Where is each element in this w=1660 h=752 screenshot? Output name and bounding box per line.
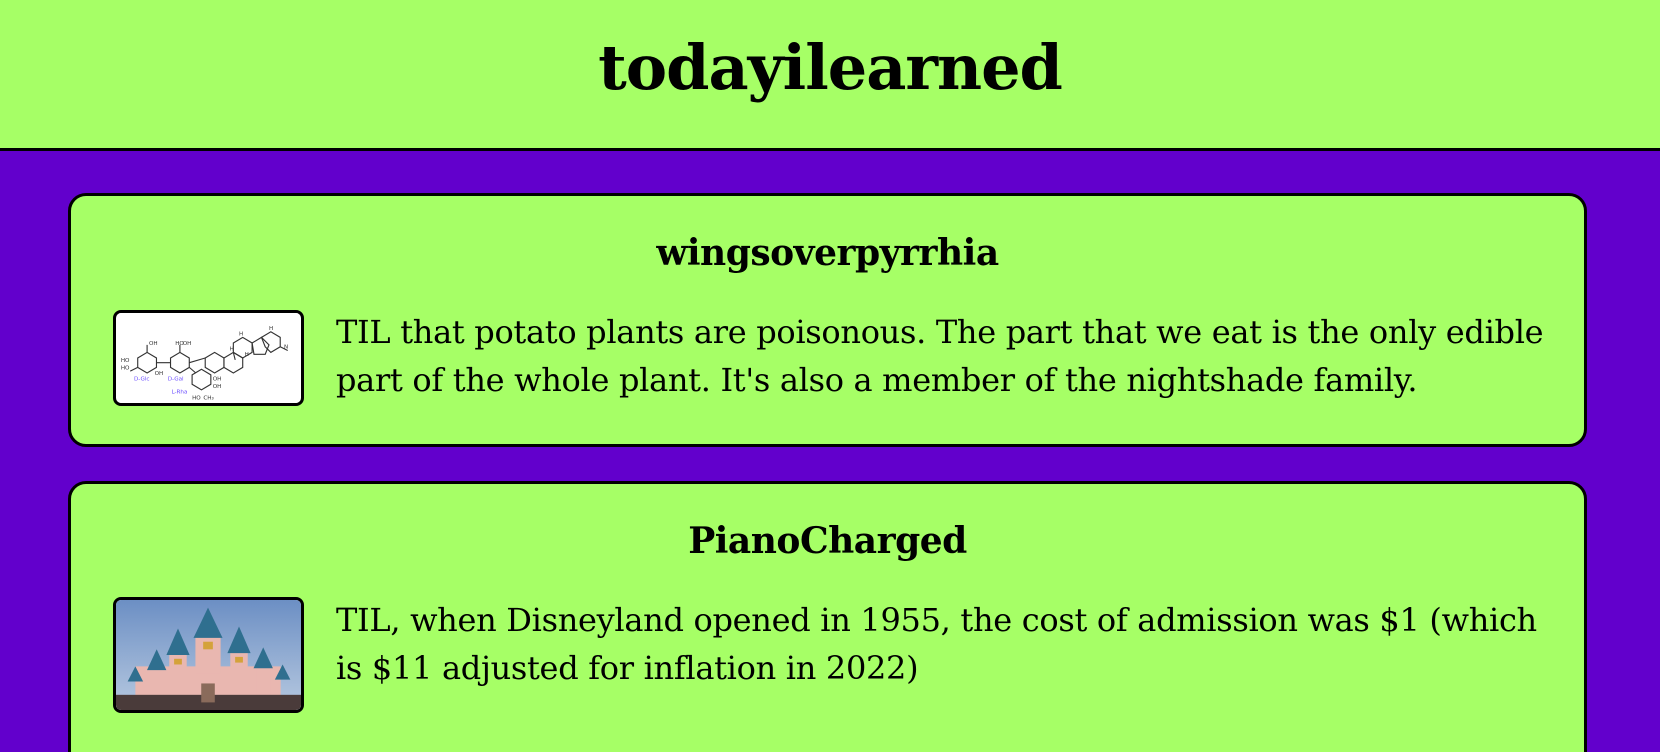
svg-text:H: H — [269, 326, 273, 332]
svg-text:D-Glc: D-Glc — [134, 377, 150, 383]
svg-text:HO: HO — [121, 358, 130, 364]
svg-text:OH: OH — [149, 341, 158, 347]
svg-text:OH: OH — [183, 341, 192, 347]
svg-text:H: H — [239, 332, 243, 338]
svg-text:N: N — [284, 345, 288, 351]
post-text: TIL that potato plants are poisonous. Th… — [336, 313, 1544, 399]
post-author[interactable]: wingsoverpyrrhia — [71, 232, 1584, 274]
molecule-structure-image: OH HO OH HO HO OH OH OH HO CH₃ H H H H N… — [118, 313, 299, 403]
post-author[interactable]: PianoCharged — [71, 520, 1584, 562]
svg-text:OH: OH — [213, 384, 222, 390]
svg-text:H: H — [245, 352, 249, 358]
svg-text:OH: OH — [155, 371, 164, 377]
svg-text:OH: OH — [213, 377, 222, 383]
castle-photo-image — [116, 600, 301, 710]
page-header: todayilearned — [0, 0, 1660, 151]
svg-text:H: H — [230, 347, 234, 353]
post-text: TIL, when Disneyland opened in 1955, the… — [336, 601, 1537, 687]
post-card[interactable]: wingsoverpyrrhia OH HO OH HO HO OH OH OH… — [68, 193, 1587, 447]
svg-text:CH₃: CH₃ — [203, 395, 213, 401]
svg-text:D-Gal: D-Gal — [168, 377, 184, 383]
svg-text:HO: HO — [121, 365, 130, 371]
post-thumbnail[interactable]: OH HO OH HO HO OH OH OH HO CH₃ H H H H N… — [113, 310, 304, 406]
svg-text:HO: HO — [192, 395, 201, 401]
page-title: todayilearned — [598, 30, 1063, 104]
post-thumbnail[interactable] — [113, 597, 304, 713]
svg-text:L-Rha: L-Rha — [171, 390, 187, 396]
post-card[interactable]: PianoCharged TIL, when Disneyland opened… — [68, 481, 1587, 752]
